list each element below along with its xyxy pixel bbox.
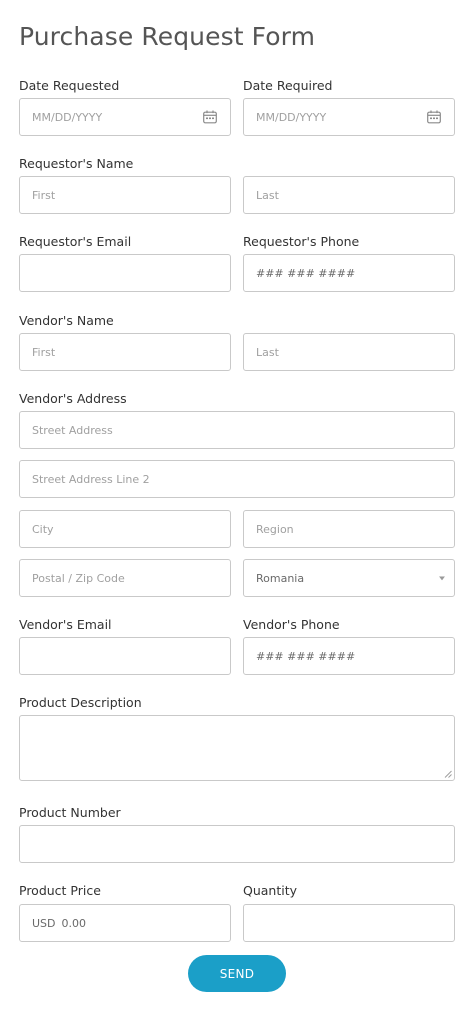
calendar-icon[interactable] <box>427 110 441 124</box>
product-number-label: Product Number <box>19 805 121 820</box>
postal-code-input[interactable]: Postal / Zip Code <box>19 559 231 597</box>
requestor-last-name-input[interactable]: Last <box>243 176 455 214</box>
city-placeholder: City <box>32 522 54 536</box>
calendar-icon[interactable] <box>203 110 217 124</box>
vendor-last-name-input[interactable]: Last <box>243 333 455 371</box>
date-requested-placeholder: MM/DD/YYYY <box>32 110 103 124</box>
postal-code-placeholder: Postal / Zip Code <box>32 571 125 585</box>
date-required-placeholder: MM/DD/YYYY <box>256 110 327 124</box>
requestor-phone-input[interactable]: ### ### #### <box>243 254 455 292</box>
quantity-input[interactable] <box>243 904 455 942</box>
street-address-line2-placeholder: Street Address Line 2 <box>32 472 150 486</box>
date-requested-label: Date Requested <box>19 78 120 93</box>
vendor-email-input[interactable] <box>19 637 231 675</box>
product-description-label: Product Description <box>19 695 142 710</box>
vendor-phone-placeholder: ### ### #### <box>256 649 356 663</box>
requestor-email-input[interactable] <box>19 254 231 292</box>
currency-prefix: USD <box>32 916 56 930</box>
date-required-input[interactable]: MM/DD/YYYY <box>243 98 455 136</box>
product-price-placeholder: 0.00 <box>61 916 87 930</box>
chevron-down-icon <box>439 576 445 581</box>
country-select[interactable]: Romania <box>243 559 455 597</box>
product-description-textarea[interactable] <box>19 715 455 781</box>
vendor-last-placeholder: Last <box>256 345 279 359</box>
date-required-label: Date Required <box>243 78 333 93</box>
requestor-phone-label: Requestor's Phone <box>243 234 360 249</box>
country-selected-value: Romania <box>256 571 305 585</box>
date-requested-input[interactable]: MM/DD/YYYY <box>19 98 231 136</box>
requestor-email-label: Requestor's Email <box>19 234 132 249</box>
street-address-placeholder: Street Address <box>32 423 113 437</box>
resize-handle-icon[interactable] <box>444 770 452 778</box>
product-number-input[interactable] <box>19 825 455 863</box>
requestor-phone-placeholder: ### ### #### <box>256 266 356 280</box>
quantity-label: Quantity <box>243 883 298 898</box>
vendor-name-label: Vendor's Name <box>19 313 114 328</box>
region-input[interactable]: Region <box>243 510 455 548</box>
vendor-first-name-input[interactable]: First <box>19 333 231 371</box>
vendor-address-label: Vendor's Address <box>19 391 127 406</box>
street-address-line2-input[interactable]: Street Address Line 2 <box>19 460 455 498</box>
vendor-phone-label: Vendor's Phone <box>243 617 340 632</box>
requestor-last-placeholder: Last <box>256 188 279 202</box>
page-title: Purchase Request Form <box>19 22 316 51</box>
vendor-first-placeholder: First <box>32 345 56 359</box>
requestor-first-name-input[interactable]: First <box>19 176 231 214</box>
send-button[interactable]: SEND <box>188 955 286 992</box>
product-price-input[interactable]: USD 0.00 <box>19 904 231 942</box>
street-address-input[interactable]: Street Address <box>19 411 455 449</box>
vendor-email-label: Vendor's Email <box>19 617 112 632</box>
requestor-first-placeholder: First <box>32 188 56 202</box>
requestor-name-label: Requestor's Name <box>19 156 134 171</box>
city-input[interactable]: City <box>19 510 231 548</box>
vendor-phone-input[interactable]: ### ### #### <box>243 637 455 675</box>
region-placeholder: Region <box>256 522 294 536</box>
product-price-label: Product Price <box>19 883 101 898</box>
